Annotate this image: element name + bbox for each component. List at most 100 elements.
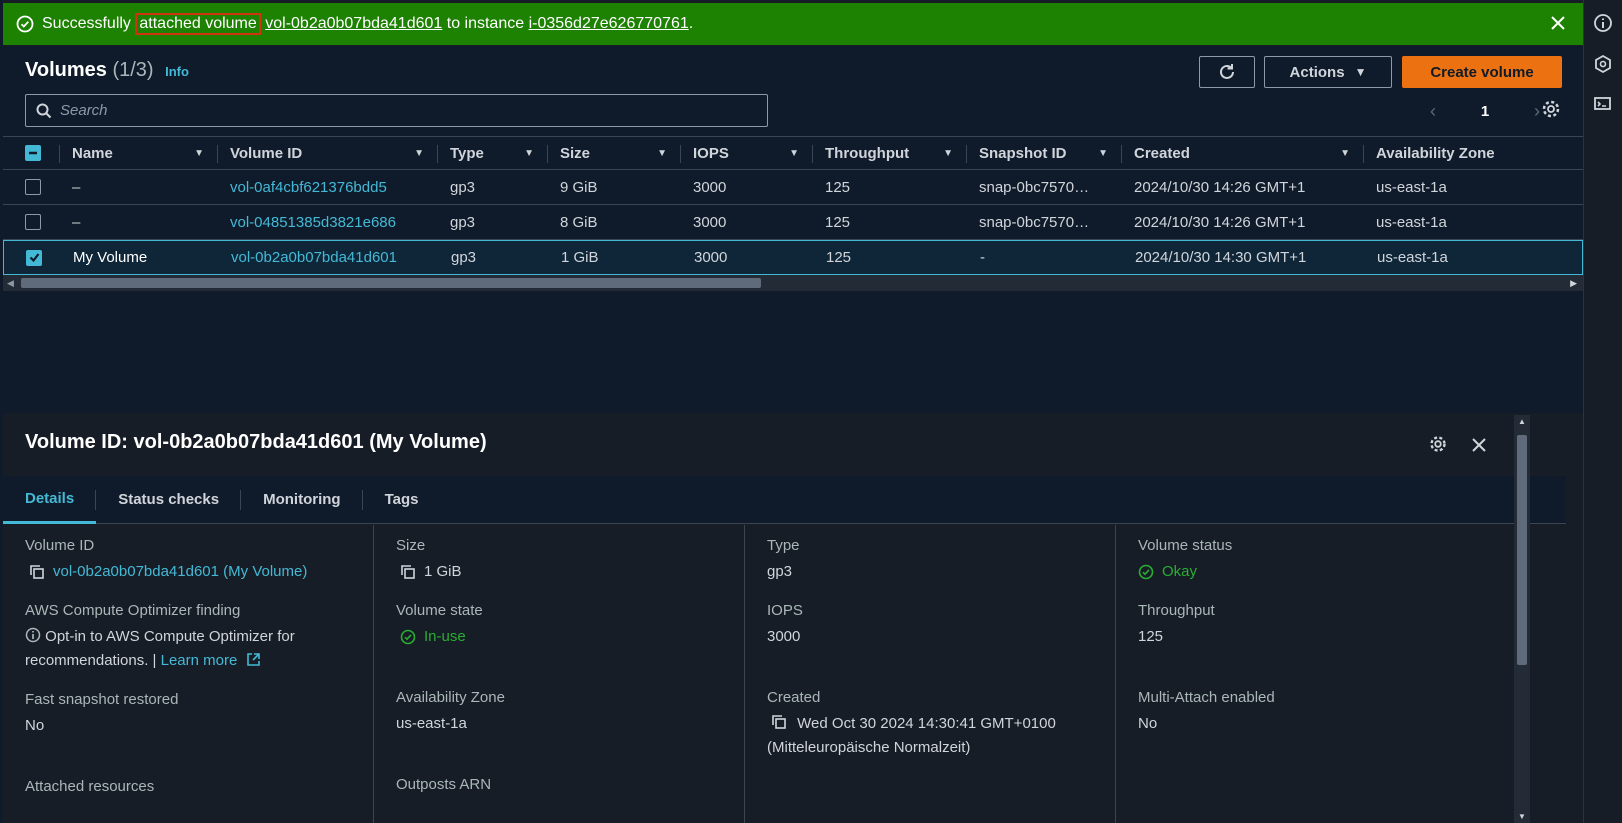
tab-status-checks[interactable]: Status checks — [96, 476, 241, 524]
col-header-snapshot-id[interactable]: Snapshot ID ▼ — [967, 137, 1122, 169]
cell-type: gp3 — [451, 249, 477, 266]
cell-volume-id-link[interactable]: vol-04851385d3821e686 — [218, 205, 438, 239]
console-icon[interactable] — [1592, 94, 1614, 116]
sort-icon: ▼ — [524, 147, 534, 159]
sort-icon: ▼ — [1340, 147, 1350, 159]
actions-button[interactable]: Actions ▼ — [1264, 56, 1392, 88]
cell-snapshot-id: snap-0bc7570… — [979, 178, 1090, 196]
gear-icon[interactable] — [1540, 98, 1562, 120]
learn-more-link[interactable]: Learn more — [161, 652, 238, 669]
info-link[interactable]: Info — [165, 64, 189, 79]
size-label: Size — [396, 537, 426, 554]
external-link-icon[interactable] — [246, 652, 261, 667]
col-label: Availability Zone — [1376, 144, 1495, 162]
tab-monitoring[interactable]: Monitoring — [241, 476, 364, 524]
cell-snapshot-id: - — [980, 249, 985, 266]
volumes-table: Name ▼ Volume ID ▼ Type ▼ Size ▼ IOPS ▼ Throu… — [3, 136, 1583, 275]
cell-throughput: 125 — [825, 178, 851, 196]
table-row[interactable]: – vol-04851385d3821e686 gp3 8 GiB 3000 1… — [3, 205, 1583, 240]
created-value: Wed Oct 30 2024 14:30:41 GMT+0100 (Mitte… — [767, 715, 1056, 756]
prev-page-icon[interactable]: ‹ — [1430, 101, 1436, 122]
cell-iops: 3000 — [693, 213, 727, 231]
cell-az: us-east-1a — [1377, 249, 1448, 266]
refresh-button[interactable] — [1199, 56, 1255, 88]
col-header-type[interactable]: Type ▼ — [438, 137, 548, 169]
col-header-name[interactable]: Name ▼ — [60, 137, 218, 169]
cell-type: gp3 — [450, 213, 476, 231]
col-header-volume-id[interactable]: Volume ID ▼ — [218, 137, 438, 169]
multi-attach-label: Multi-Attach enabled — [1138, 689, 1275, 706]
scroll-left-icon[interactable]: ◀ — [7, 278, 14, 289]
detail-tabs: Details Status checks Monitoring Tags — [3, 476, 1566, 524]
type-label: Type — [767, 537, 800, 554]
search-box[interactable] — [25, 94, 768, 127]
fast-snapshot-label: Fast snapshot restored — [25, 691, 179, 708]
details-column-1: Volume ID vol-0b2a0b07bda41d601 (My Volu… — [3, 525, 374, 823]
row-checkbox[interactable] — [25, 179, 41, 195]
flash-suffix: . — [688, 15, 694, 32]
cell-volume-id-link[interactable]: vol-0b2a0b07bda41d601 — [219, 241, 439, 274]
cell-type: gp3 — [450, 178, 476, 196]
flash-instance-link[interactable]: i-0356d27e626770761 — [529, 15, 689, 33]
cell-name: My Volume — [73, 249, 148, 266]
scrollbar-thumb[interactable] — [1517, 435, 1527, 665]
volume-id-label: Volume ID — [25, 537, 95, 554]
select-all-checkbox[interactable] — [25, 145, 41, 161]
cell-created: 2024/10/30 14:26 GMT+1 — [1134, 178, 1306, 196]
volume-id-link[interactable]: vol-0b2a0b07bda41d601 (My Volume) — [53, 560, 307, 584]
scrollbar-thumb[interactable] — [21, 278, 761, 288]
col-label: Volume ID — [230, 144, 303, 162]
create-volume-label: Create volume — [1430, 63, 1534, 81]
copy-icon[interactable] — [29, 564, 45, 580]
col-header-size[interactable]: Size ▼ — [548, 137, 681, 169]
table-row[interactable]: – vol-0af4cbf621376bdd5 gp3 9 GiB 3000 1… — [3, 170, 1583, 205]
col-header-iops[interactable]: IOPS ▼ — [681, 137, 813, 169]
volumes-panel: Volumes (1/3) Info Actions ▼ Create volu… — [3, 46, 1583, 413]
col-label: Name — [72, 144, 113, 162]
horizontal-scrollbar[interactable]: ◀ ▶ — [3, 275, 1583, 291]
col-label: Type — [450, 144, 484, 162]
tab-tags[interactable]: Tags — [363, 476, 441, 524]
scroll-right-icon[interactable]: ▶ — [1570, 278, 1577, 289]
close-icon[interactable] — [1470, 436, 1488, 454]
details-column-3: Type gp3 IOPS 3000 Created Wed Oct 30 20… — [745, 525, 1116, 823]
row-checkbox[interactable] — [25, 214, 41, 230]
fast-snapshot-value: No — [25, 717, 45, 734]
cell-az: us-east-1a — [1376, 213, 1447, 231]
type-value: gp3 — [767, 563, 793, 580]
cell-iops: 3000 — [694, 249, 728, 266]
sort-icon: ▼ — [1098, 147, 1108, 159]
cell-iops: 3000 — [693, 178, 727, 196]
col-header-created[interactable]: Created ▼ — [1122, 137, 1364, 169]
table-header: Name ▼ Volume ID ▼ Type ▼ Size ▼ IOPS ▼ Throu… — [3, 136, 1583, 170]
col-header-availability-zone[interactable]: Availability Zone — [1364, 137, 1534, 169]
scroll-up-icon[interactable]: ▲ — [1518, 417, 1526, 426]
row-checkbox[interactable] — [26, 249, 42, 266]
info-icon[interactable] — [1592, 12, 1614, 34]
col-header-throughput[interactable]: Throughput ▼ — [813, 137, 967, 169]
page-title: Volumes (1/3) Info — [25, 59, 189, 82]
table-row-selected[interactable]: My Volume vol-0b2a0b07bda41d601 gp3 1 Gi… — [3, 240, 1583, 275]
multi-attach-value: No — [1138, 715, 1158, 732]
tab-details[interactable]: Details — [3, 476, 97, 524]
close-icon[interactable] — [1549, 14, 1567, 32]
cube-icon[interactable] — [1592, 53, 1614, 75]
flash-highlight: attached volume — [135, 13, 261, 35]
scroll-down-icon[interactable]: ▼ — [1518, 812, 1526, 821]
right-tools-rail — [1583, 0, 1622, 823]
cell-volume-id-link[interactable]: vol-0af4cbf621376bdd5 — [218, 170, 438, 204]
create-volume-button[interactable]: Create volume — [1402, 56, 1562, 88]
copy-icon[interactable] — [771, 714, 787, 730]
col-label: Throughput — [825, 144, 910, 162]
details-column-4: Volume status Okay Throughput 125 Multi-… — [1116, 525, 1501, 823]
throughput-label: Throughput — [1138, 602, 1215, 619]
title-text: Volumes — [25, 59, 107, 81]
vertical-scrollbar[interactable]: ▲ ▼ — [1514, 415, 1530, 823]
gear-icon[interactable] — [1428, 434, 1448, 454]
page-number[interactable]: 1 — [1481, 103, 1489, 120]
flash-volume-link[interactable]: vol-0b2a0b07bda41d601 — [265, 15, 442, 33]
az-label: Availability Zone — [396, 689, 505, 706]
volume-status-value: Okay — [1162, 563, 1198, 580]
copy-icon[interactable] — [400, 564, 416, 580]
search-input[interactable] — [60, 102, 740, 119]
